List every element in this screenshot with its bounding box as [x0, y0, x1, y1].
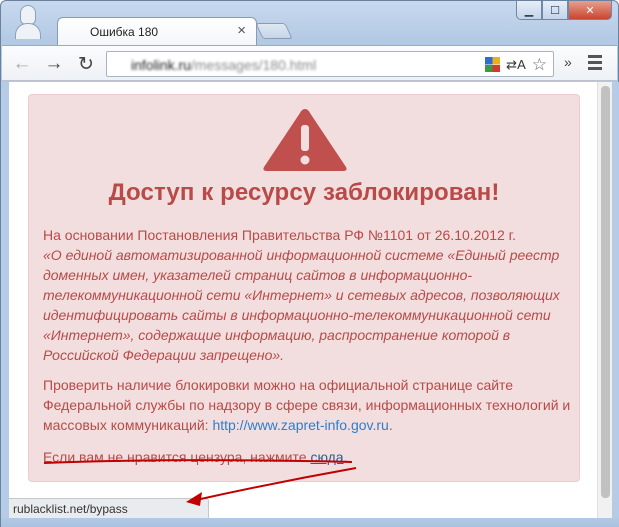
- browser-toolbar: ← → ↻ infolink.ru/messages/180.html ⇄A ☆…: [2, 45, 617, 81]
- browser-window: Ошибка 180 × ▁ ☐ ✕ ← → ↻ infolink.ru/mes…: [0, 0, 619, 527]
- tab-close-icon[interactable]: ×: [237, 22, 246, 39]
- scrollbar-thumb[interactable]: [601, 86, 610, 498]
- window-frame-bottom: [1, 518, 619, 527]
- address-bar-icons: ⇄A ☆: [485, 56, 547, 73]
- bypass-link[interactable]: сюда: [310, 449, 343, 465]
- alert-title: Доступ к ресурсу заблокирован!: [108, 179, 500, 206]
- check-block-tail: .: [388, 417, 393, 433]
- bypass-paragraph: Если вам не нравится цензура, нажмите сю…: [43, 447, 573, 467]
- page-viewport: Доступ к ресурсу заблокирован! На основа…: [9, 82, 597, 518]
- bookmark-star-icon[interactable]: ☆: [532, 56, 547, 73]
- profile-avatar-icon[interactable]: [15, 5, 41, 39]
- legal-basis-paragraph: На основании Постановления Правительства…: [43, 225, 573, 365]
- url-host: infolink.ru: [131, 57, 191, 73]
- warning-triangle-icon: [263, 109, 347, 171]
- reload-button[interactable]: ↻: [74, 52, 98, 76]
- url-path: /messages/180.html: [190, 57, 317, 73]
- extension-icon[interactable]: [485, 57, 501, 72]
- overflow-chevron-icon[interactable]: »: [564, 54, 572, 70]
- status-bubble: rublacklist.net/bypass: [9, 498, 209, 518]
- legal-basis-quote: «О единой автоматизированной информацион…: [43, 247, 560, 363]
- address-bar[interactable]: infolink.ru/messages/180.html ⇄A ☆: [106, 51, 554, 77]
- window-frame-left: [1, 82, 9, 518]
- url-text: infolink.ru/messages/180.html: [131, 57, 316, 73]
- bypass-tail: .: [343, 449, 348, 465]
- back-button[interactable]: ←: [10, 52, 34, 76]
- vertical-scrollbar[interactable]: [597, 82, 612, 518]
- tab-active[interactable]: Ошибка 180 ×: [57, 17, 257, 45]
- translate-icon[interactable]: ⇄A: [506, 57, 526, 73]
- close-window-button[interactable]: ✕: [568, 1, 612, 20]
- minimize-button[interactable]: ▁: [516, 1, 542, 20]
- zapret-info-link[interactable]: http://www.zapret-info.gov.ru: [212, 417, 388, 433]
- new-tab-button[interactable]: [255, 23, 293, 39]
- window-controls: ▁ ☐ ✕: [516, 1, 612, 21]
- maximize-button[interactable]: ☐: [542, 1, 568, 20]
- tab-title: Ошибка 180: [90, 25, 159, 39]
- bypass-text: Если вам не нравится цензура, нажмите: [43, 449, 307, 465]
- check-block-paragraph: Проверить наличие блокировки можно на оф…: [43, 375, 573, 435]
- menu-hamburger-icon[interactable]: [588, 55, 602, 73]
- forward-button[interactable]: →: [42, 52, 66, 76]
- tab-strip: Ошибка 180 × ▁ ☐ ✕: [1, 1, 618, 45]
- window-frame-right: [612, 82, 619, 518]
- blocked-alert: Доступ к ресурсу заблокирован! На основа…: [28, 94, 580, 482]
- legal-basis-lead: На основании Постановления Правительства…: [43, 227, 516, 243]
